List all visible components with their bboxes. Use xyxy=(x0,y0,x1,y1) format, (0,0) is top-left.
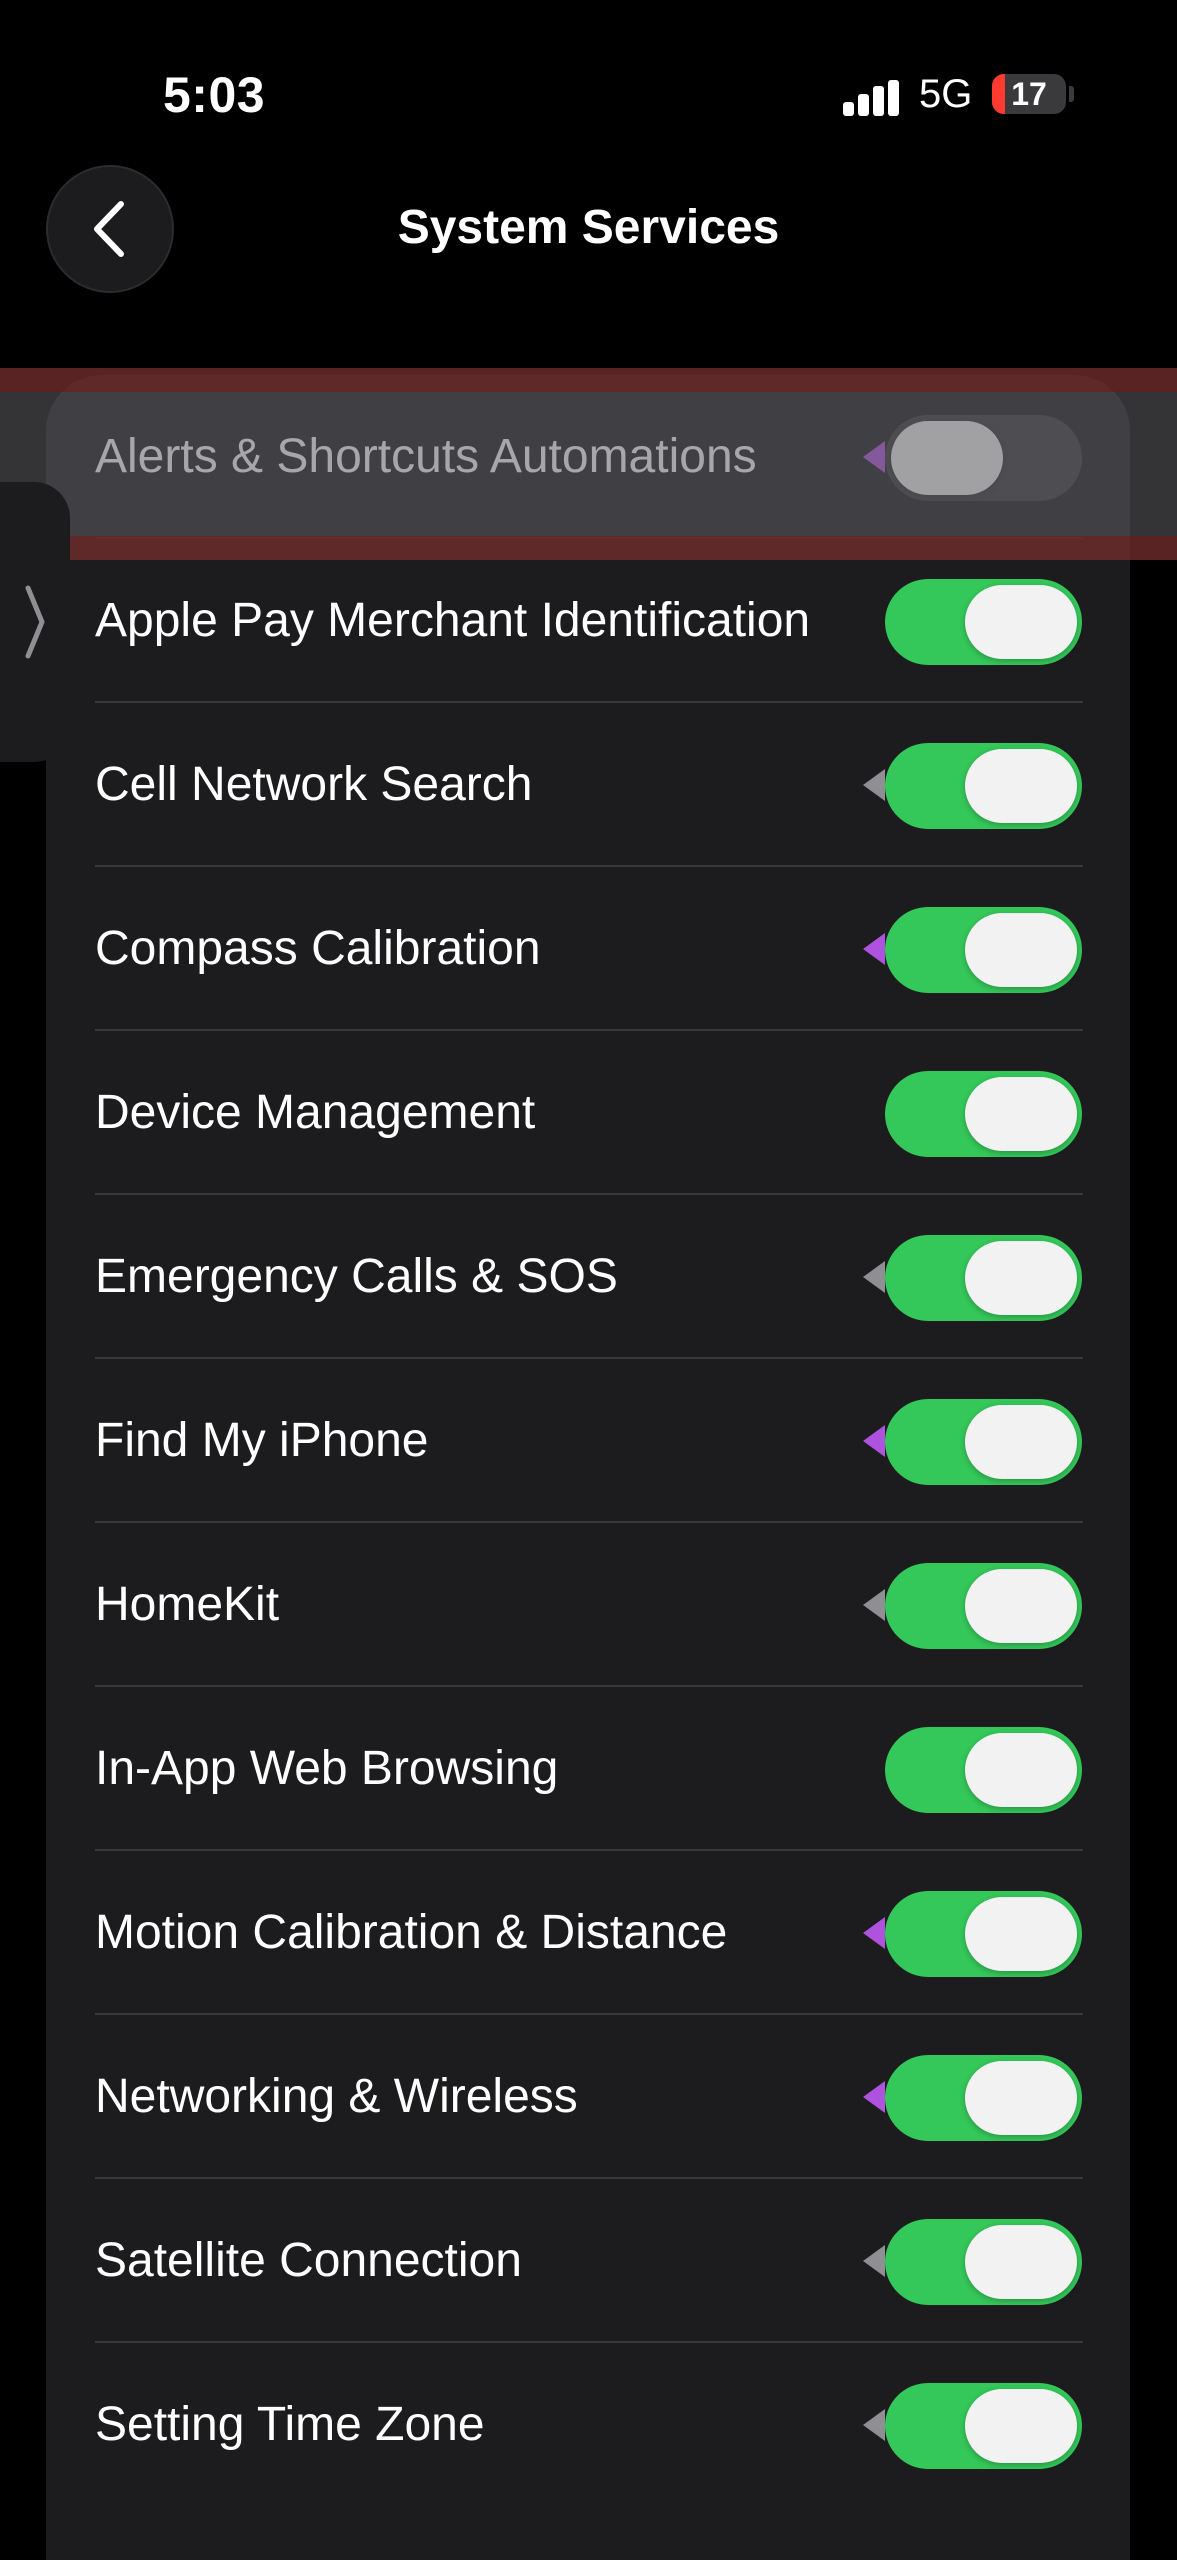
service-label: Setting Time Zone xyxy=(95,2398,485,2451)
service-label: Networking & Wireless xyxy=(95,2070,578,2123)
toggle-knob xyxy=(965,1405,1077,1479)
toggle-knob xyxy=(965,2389,1077,2463)
service-row: Find My iPhone xyxy=(95,1359,1083,1523)
service-row: Motion Calibration & Distance xyxy=(95,1851,1083,2015)
service-row: Alerts & Shortcuts Automations xyxy=(95,375,1083,539)
service-toggle[interactable] xyxy=(885,2219,1082,2305)
toggle-knob xyxy=(965,1733,1077,1807)
service-toggle[interactable] xyxy=(885,1891,1082,1977)
battery-tip xyxy=(1069,86,1074,102)
service-row: Emergency Calls & SOS xyxy=(95,1195,1083,1359)
location-arrow-icon xyxy=(863,1425,885,1457)
page-title: System Services xyxy=(397,201,780,254)
status-bar: 5:03 5G 17 xyxy=(0,0,1177,160)
location-arrow-icon xyxy=(863,1589,885,1621)
service-toggle[interactable] xyxy=(885,579,1082,665)
signal-strength-icon xyxy=(843,80,901,116)
location-arrow-icon xyxy=(863,2409,885,2441)
network-type: 5G xyxy=(919,72,973,116)
service-label: Alerts & Shortcuts Automations xyxy=(95,430,757,483)
side-panel-handle[interactable] xyxy=(0,482,70,762)
service-label: Emergency Calls & SOS xyxy=(95,1250,618,1303)
battery-level: 17 xyxy=(1011,76,1047,112)
service-label: HomeKit xyxy=(95,1578,280,1631)
service-toggle[interactable] xyxy=(885,1563,1082,1649)
location-arrow-icon xyxy=(863,1917,885,1949)
service-label: Satellite Connection xyxy=(95,2234,522,2287)
signal-bar xyxy=(843,102,854,116)
service-toggle[interactable] xyxy=(885,907,1082,993)
service-toggle[interactable] xyxy=(885,2055,1082,2141)
location-arrow-icon xyxy=(863,2245,885,2277)
toggle-knob xyxy=(965,749,1077,823)
service-label: Apple Pay Merchant Identification xyxy=(95,594,811,647)
service-toggle[interactable] xyxy=(885,2383,1082,2469)
toggle-knob xyxy=(965,2061,1077,2135)
location-arrow-icon xyxy=(863,2081,885,2113)
service-row: Apple Pay Merchant Identification xyxy=(95,539,1083,703)
signal-bar xyxy=(888,80,899,116)
location-arrow-icon xyxy=(863,1261,885,1293)
service-toggle[interactable] xyxy=(885,1727,1082,1813)
service-label: Motion Calibration & Distance xyxy=(95,1906,728,1959)
service-row: Networking & Wireless xyxy=(95,2015,1083,2179)
signal-bar xyxy=(858,94,869,116)
service-label: Find My iPhone xyxy=(95,1414,429,1467)
service-toggle[interactable] xyxy=(885,1399,1082,1485)
chevron-right-icon xyxy=(25,585,45,659)
signal-bar xyxy=(873,86,884,116)
location-arrow-icon xyxy=(863,769,885,801)
service-row: Cell Network Search xyxy=(95,703,1083,867)
toggle-knob xyxy=(965,1569,1077,1643)
service-label: Compass Calibration xyxy=(95,922,541,975)
service-toggle[interactable] xyxy=(885,415,1082,501)
service-label: Cell Network Search xyxy=(95,758,533,811)
toggle-knob xyxy=(965,1241,1077,1315)
service-label: Device Management xyxy=(95,1086,536,1139)
service-row: Setting Time Zone xyxy=(95,2343,1083,2507)
location-arrow-icon xyxy=(863,441,885,473)
service-row: Device Management xyxy=(95,1031,1083,1195)
service-row: HomeKit xyxy=(95,1523,1083,1687)
toggle-knob xyxy=(891,421,1003,495)
service-row: Compass Calibration xyxy=(95,867,1083,1031)
toggle-knob xyxy=(965,913,1077,987)
service-toggle[interactable] xyxy=(885,1235,1082,1321)
service-toggle[interactable] xyxy=(885,1071,1082,1157)
service-toggle[interactable] xyxy=(885,743,1082,829)
toggle-knob xyxy=(965,1077,1077,1151)
status-time: 5:03 xyxy=(163,67,266,123)
toggle-knob xyxy=(965,585,1077,659)
service-row: In-App Web Browsing xyxy=(95,1687,1083,1851)
toggle-knob xyxy=(965,2225,1077,2299)
service-label: In-App Web Browsing xyxy=(95,1742,559,1795)
service-row: Satellite Connection xyxy=(95,2179,1083,2343)
toggle-knob xyxy=(965,1897,1077,1971)
location-arrow-icon xyxy=(863,933,885,965)
battery-icon: 17 xyxy=(992,74,1066,114)
